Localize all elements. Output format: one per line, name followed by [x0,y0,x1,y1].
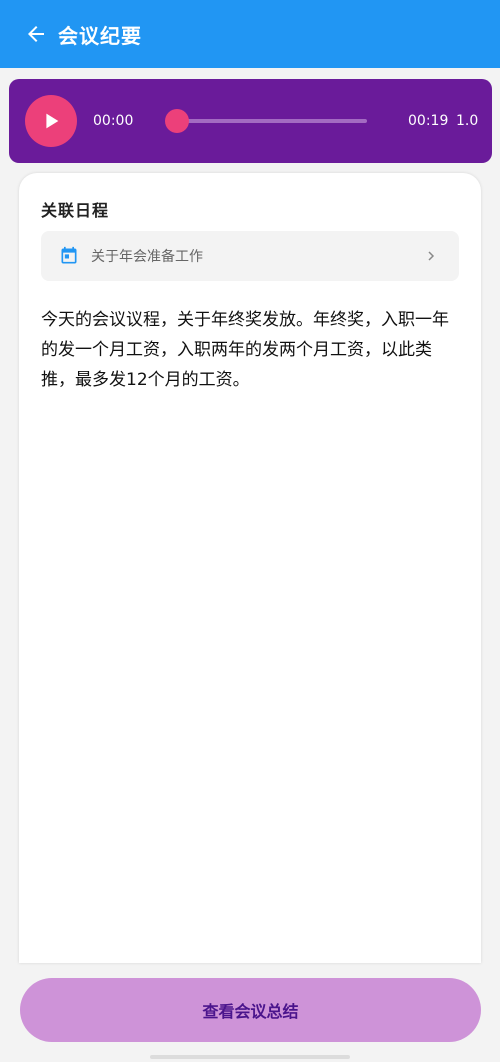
current-time: 00:00 [93,113,134,129]
audio-player: 00:00 00:19 1.0 [9,79,492,163]
back-arrow-icon [28,26,44,42]
playback-speed[interactable]: 1.0 [456,113,478,129]
schedule-item-label: 关于年会准备工作 [91,249,203,265]
home-indicator [150,1055,350,1059]
view-summary-button[interactable]: 查看会议总结 [20,978,481,1042]
content-card: 关联日程 关于年会准备工作 今天的会议议程，关于年终奖发放。年终奖，入职一年的发… [19,173,481,963]
seek-bar[interactable] [164,109,367,133]
meeting-notes: 今天的会议议程，关于年终奖发放。年终奖，入职一年的发一个月工资，入职两年的发两个… [41,310,449,390]
page-title: 会议纪要 [58,23,142,48]
play-button[interactable] [25,95,77,147]
total-time: 00:19 [408,113,449,129]
related-schedule-item[interactable]: 关于年会准备工作 [41,231,459,281]
calendar-icon [59,246,79,266]
back-button[interactable] [24,22,48,46]
play-icon [46,113,59,129]
seek-thumb[interactable] [164,109,189,133]
app-bar: 会议纪要 [0,0,500,68]
related-schedule-title: 关联日程 [41,201,110,220]
chevron-right-icon [423,248,439,264]
